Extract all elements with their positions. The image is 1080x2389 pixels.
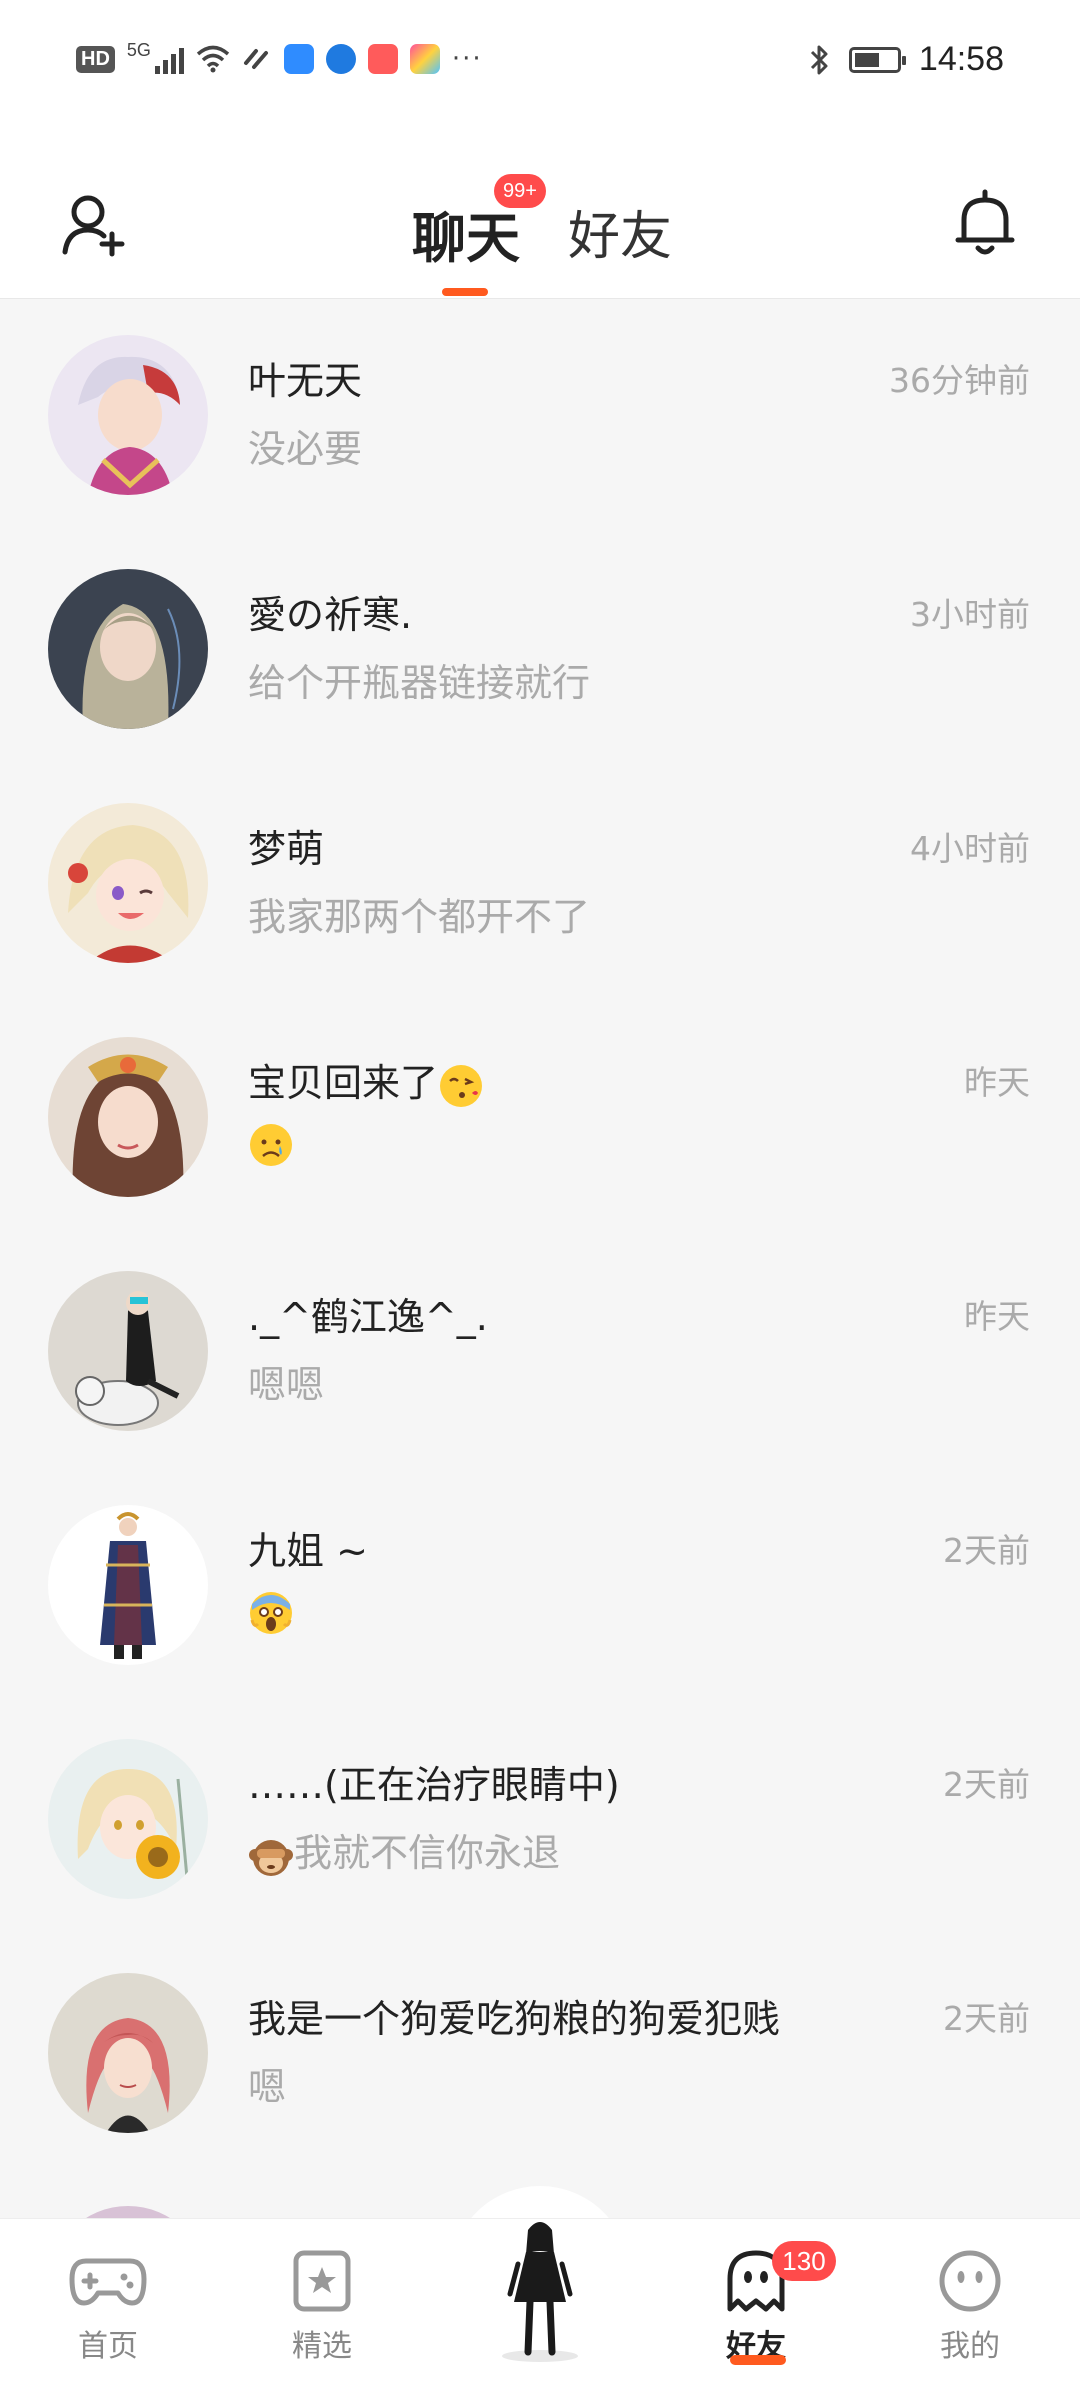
see-no-evil-monkey-emoji-icon <box>249 1839 293 1876</box>
status-right: 14:58 <box>809 40 1004 79</box>
shop-app-icon <box>367 44 398 74</box>
bluetooth-icon <box>810 45 828 74</box>
browser-app-icon <box>325 44 356 74</box>
chat-name: ……(正在治疗眼睛中) <box>248 1763 620 1807</box>
nav-featured[interactable]: 精选 <box>252 2249 392 2365</box>
chat-last-message: 没必要 <box>248 427 363 471</box>
chat-last-message: 我家那两个都开不了 <box>248 895 591 939</box>
chat-name: 我是一个狗爱吃狗粮的狗爱犯贱 <box>248 1997 781 2041</box>
chat-row[interactable]: 愛の祈寒. 给个开瓶器链接就行 3小时前 <box>0 534 1080 768</box>
chat-name: 叶无天 <box>248 359 363 403</box>
clock: 14:58 <box>918 40 1004 78</box>
chat-last-message: 嗯 <box>248 2065 287 2109</box>
star-icon <box>293 2250 351 2312</box>
avatar[interactable] <box>48 1505 208 1665</box>
chat-name: 梦萌 <box>248 827 325 871</box>
face-icon <box>939 2250 1001 2312</box>
chat-header: 聊天 99+ 好友 <box>0 130 1080 299</box>
chat-name: 愛の祈寒. <box>248 593 413 637</box>
chat-name: ._^鹤江逸^_. <box>248 1295 488 1339</box>
chat-unread-badge: 99+ <box>494 174 546 208</box>
battery-icon <box>848 46 906 73</box>
chat-time: 36分钟前 <box>889 361 1030 400</box>
status-bar: HD 5G ··· 14:58 <box>0 0 1080 130</box>
avatar[interactable] <box>48 1271 208 1431</box>
chat-name: 宝贝回来了 <box>248 1052 484 1109</box>
bell-icon[interactable] <box>950 188 1020 260</box>
chat-time: 3小时前 <box>910 595 1030 634</box>
kissing-face-emoji-icon <box>440 1064 483 1107</box>
nav-home[interactable]: 首页 <box>38 2249 178 2365</box>
nav-me[interactable]: 我的 <box>900 2249 1040 2365</box>
nav-label: 首页 <box>78 2329 138 2364</box>
link-icon <box>243 49 268 69</box>
chat-time: 2天前 <box>943 1765 1030 1804</box>
chat-name: 九姐 ~ <box>248 1529 368 1573</box>
chat-row[interactable]: 宝贝回来了 昨天 <box>0 1002 1080 1236</box>
nav-label: 精选 <box>292 2329 352 2364</box>
add-friend-icon[interactable] <box>60 190 130 260</box>
more-notifications: ··· <box>451 44 483 74</box>
hd-indicator: HD <box>76 45 115 73</box>
avatar[interactable] <box>48 1037 208 1197</box>
chat-last-message: 我就不信你永退 <box>248 1822 560 1879</box>
active-tab-indicator <box>442 288 488 296</box>
chat-time: 昨天 <box>964 1063 1030 1102</box>
chat-row[interactable]: 梦萌 我家那两个都开不了 4小时前 <box>0 768 1080 1002</box>
avatar[interactable] <box>48 1973 208 2133</box>
friends-badge: 130 <box>772 2241 836 2281</box>
colorful-app-icon <box>409 44 440 74</box>
avatar[interactable] <box>48 803 208 963</box>
nav-friends[interactable]: 130 好友 <box>686 2241 836 2365</box>
chat-last-message <box>248 1588 294 1636</box>
gamepad-icon <box>69 2258 147 2306</box>
avatar[interactable] <box>48 1739 208 1899</box>
chat-row[interactable]: 叶无天 没必要 36分钟前 <box>0 300 1080 534</box>
crying-face-emoji-icon <box>250 1123 292 1166</box>
battery-level <box>854 52 879 67</box>
chat-last-message <box>248 1120 294 1168</box>
chat-time: 4小时前 <box>910 829 1030 868</box>
character-avatar-button[interactable] <box>490 2214 590 2364</box>
network-label: 5G <box>126 39 151 60</box>
chat-time: 昨天 <box>964 1297 1030 1336</box>
avatar[interactable] <box>48 335 208 495</box>
chat-row[interactable]: ……(正在治疗眼睛中) 我就不信你永退 2天前 <box>0 1704 1080 1938</box>
screaming-face-emoji-icon <box>250 1591 292 1634</box>
tab-friends[interactable]: 好友 <box>568 194 672 269</box>
nav-active-indicator <box>730 2355 786 2365</box>
cloud-app-icon <box>283 44 314 74</box>
chat-row[interactable]: ._^鹤江逸^_. 嗯嗯 昨天 <box>0 1236 1080 1470</box>
chat-row[interactable]: 九姐 ~ 2天前 <box>0 1470 1080 1704</box>
wifi-icon <box>196 45 230 73</box>
chat-row[interactable]: 我是一个狗爱吃狗粮的狗爱犯贱 嗯 2天前 <box>0 1938 1080 2172</box>
signal-icon <box>154 44 184 74</box>
status-left: HD 5G ··· <box>76 40 483 74</box>
chat-time: 2天前 <box>943 1999 1030 2038</box>
chat-last-message: 给个开瓶器链接就行 <box>248 661 591 705</box>
chat-last-message: 嗯嗯 <box>248 1363 325 1407</box>
chat-time: 2天前 <box>943 1531 1030 1570</box>
avatar[interactable] <box>48 569 208 729</box>
nav-label: 我的 <box>940 2329 1000 2364</box>
